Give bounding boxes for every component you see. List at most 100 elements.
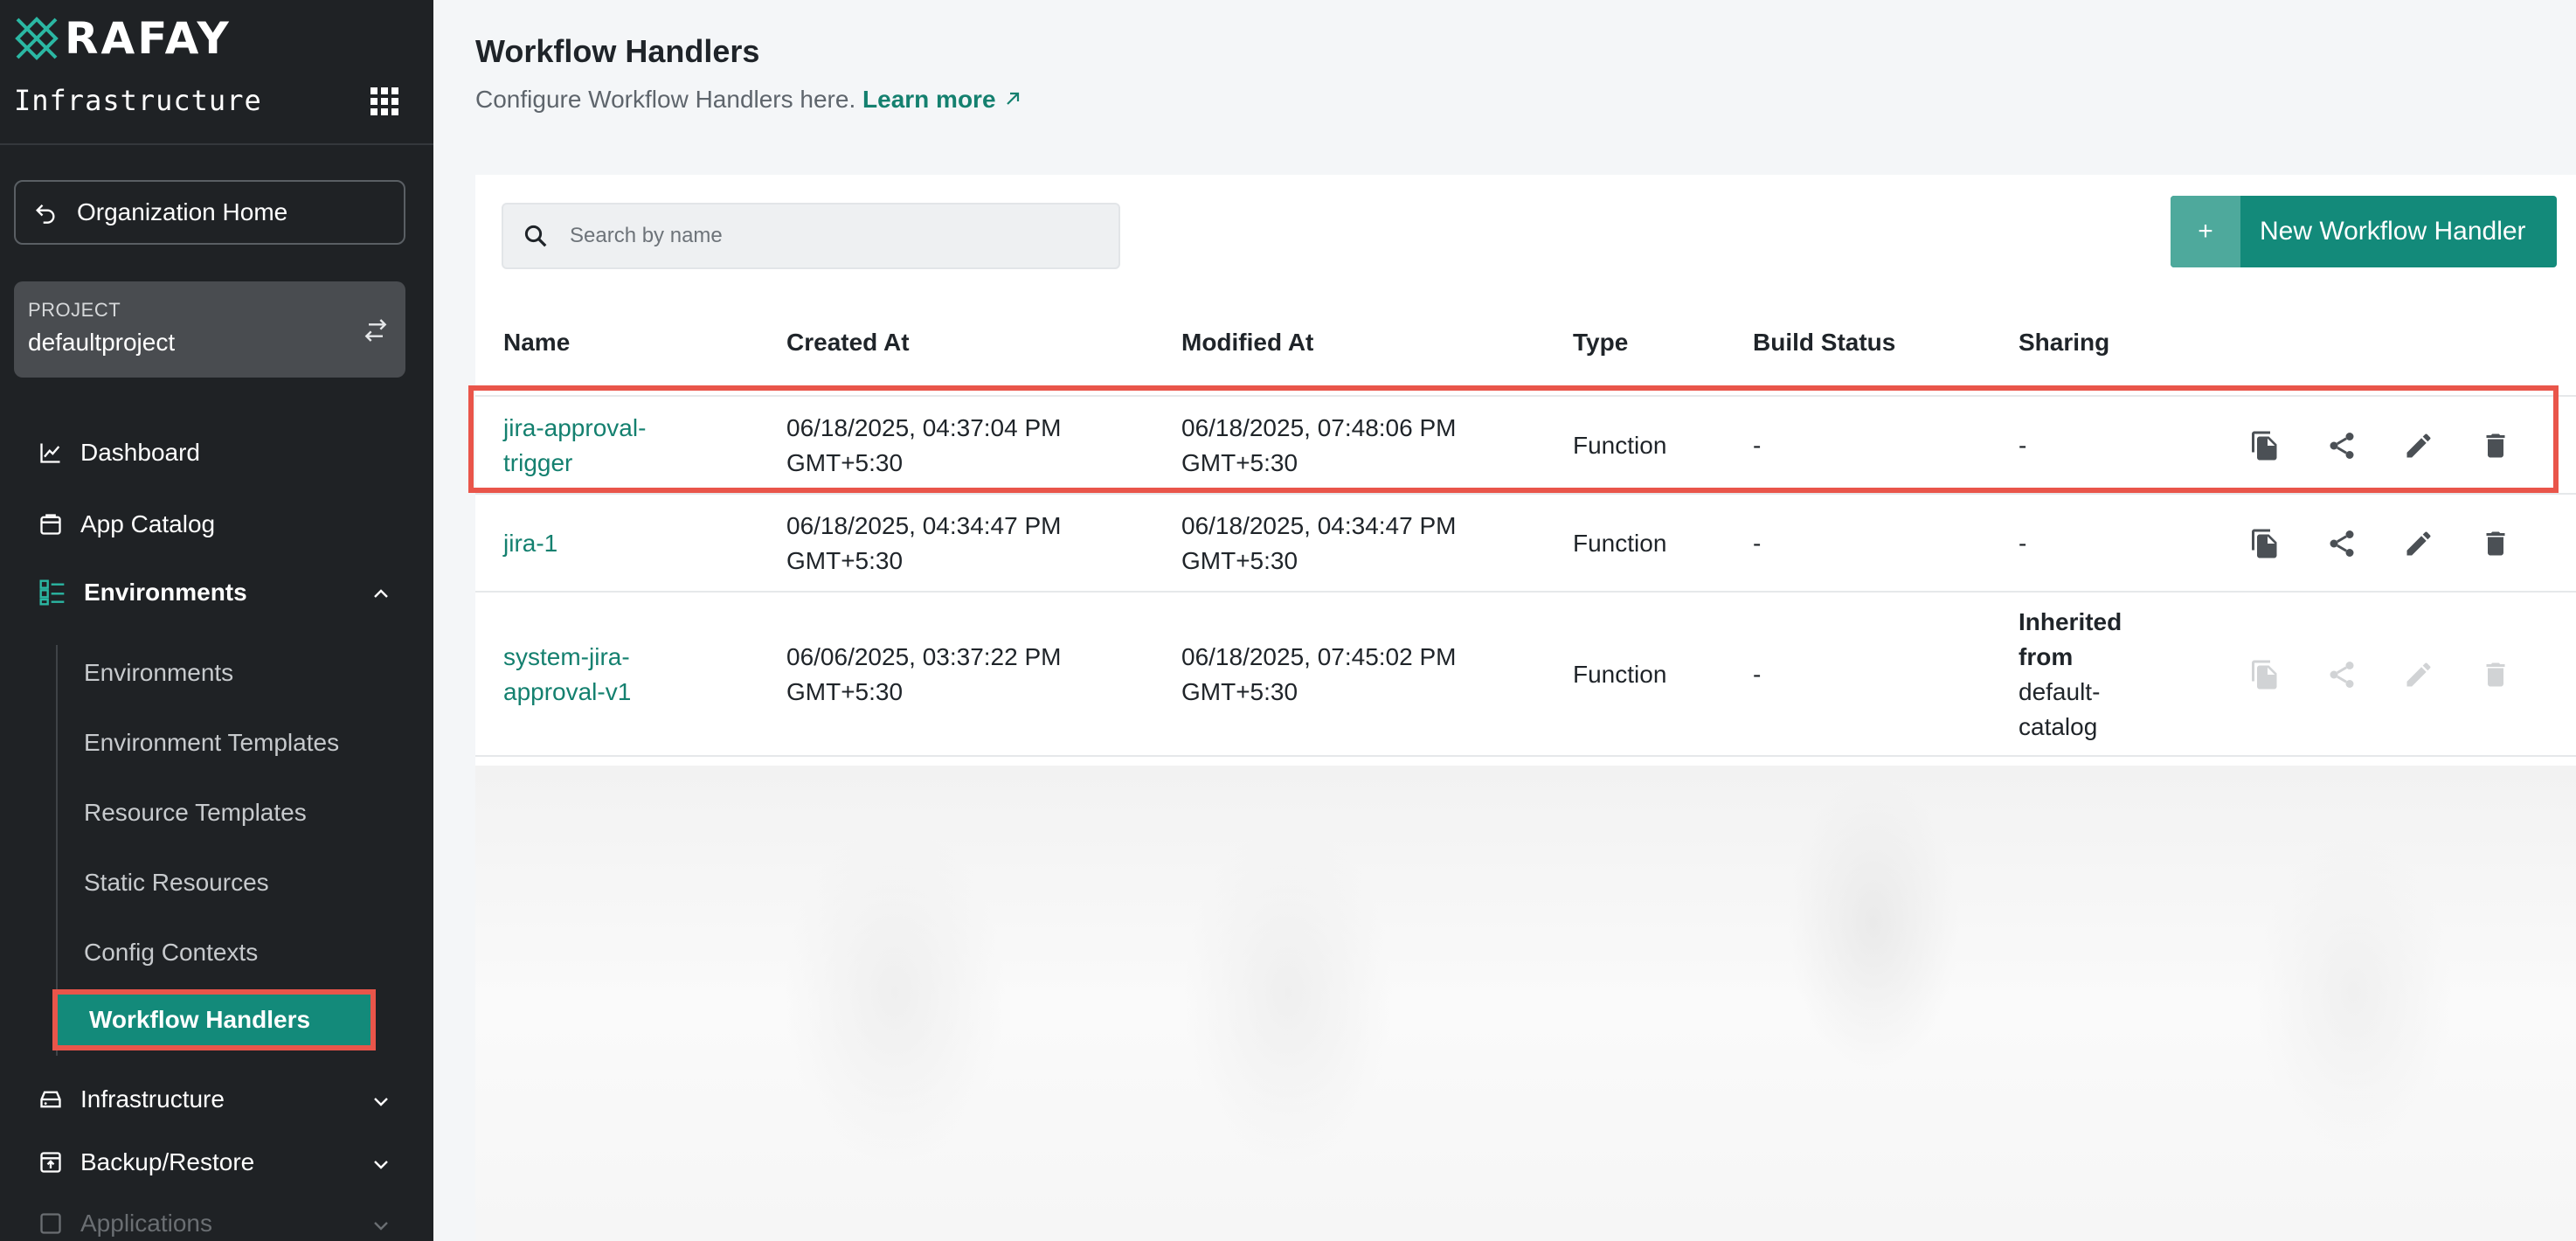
copy-icon [2247,657,2282,692]
environments-list-icon [39,579,65,606]
column-header-name[interactable]: Name [503,329,570,357]
learn-more-label: Learn more [862,86,996,113]
delete-icon[interactable] [2478,428,2513,463]
app-switcher-icon[interactable] [370,87,398,115]
created-at-cell: 06/18/2025, 04:34:47 PM GMT+5:30 [786,509,1061,579]
chart-line-icon [40,443,60,463]
sidebar-item-environments[interactable]: Environments [0,565,433,620]
search-icon [524,225,547,247]
modified-at-cell: 06/18/2025, 04:34:47 PM GMT+5:30 [1181,509,1456,579]
page-title: Workflow Handlers [475,33,760,69]
applications-icon [40,1213,61,1234]
chevron-down-icon [374,1098,388,1106]
handler-name-link[interactable]: jira-1 [503,526,557,561]
created-at-line: 06/18/2025, 04:37:04 PM [786,414,1062,441]
column-header-type[interactable]: Type [1573,329,1628,357]
chevron-up-icon [374,589,388,598]
modified-at-line: GMT+5:30 [1181,449,1298,476]
catalog-bag-icon [40,514,61,535]
column-header-build-status[interactable]: Build Status [1753,329,1895,357]
delete-icon [2478,657,2513,692]
main-content: Workflow Handlers Configure Workflow Han… [433,0,2576,1241]
edit-icon[interactable] [2401,428,2436,463]
new-workflow-handler-button[interactable]: + New Workflow Handler [2171,196,2557,267]
share-icon[interactable] [2324,428,2359,463]
sidebar: RAFAY Infrastructure Organization Home P… [0,0,433,1241]
sharing-cell: Inherited from default- catalog [2019,605,2122,745]
row-actions [2247,526,2513,561]
sidebar-subitem-static-resources[interactable]: Static Resources [84,855,269,911]
sharing-line: Inherited [2019,608,2122,635]
page-subtitle: Configure Workflow Handlers here. Learn … [475,86,1023,114]
type-cell: Function [1573,432,1667,459]
project-caption: PROJECT [28,299,121,321]
created-at-cell: 06/18/2025, 04:37:04 PM GMT+5:30 [786,411,1061,481]
learn-more-link[interactable]: Learn more [862,86,1023,113]
modified-at-line: 06/18/2025, 07:45:02 PM [1181,643,1457,670]
section-title: Infrastructure [14,84,262,117]
blurred-placeholder-area [475,766,2576,1241]
sidebar-item-infrastructure[interactable]: Infrastructure [0,1071,433,1127]
handler-name-link[interactable]: jira-approval- trigger [503,411,646,481]
type-cell: Function [1573,661,1667,688]
handler-name-line: jira-approval- [503,414,647,441]
created-at-line: GMT+5:30 [786,678,904,705]
modified-at-line: 06/18/2025, 07:48:06 PM [1181,414,1457,441]
type-cell: Function [1573,530,1667,557]
plus-icon: + [2171,196,2240,267]
handler-name-link[interactable]: system-jira- approval-v1 [503,640,631,710]
sidebar-subitem-workflow-handlers[interactable]: Workflow Handlers [52,989,376,1050]
table-row[interactable]: system-jira- approval-v1 06/06/2025, 03:… [475,594,2576,757]
edit-icon[interactable] [2401,526,2436,561]
handlers-card: + New Workflow Handler Name Created At M… [475,175,2576,1241]
sidebar-item-label: App Catalog [80,510,216,537]
row-actions [2247,428,2513,463]
column-header-modified-at[interactable]: Modified At [1181,329,1313,357]
sidebar-subitem-environment-templates[interactable]: Environment Templates [84,715,339,771]
created-at-line: GMT+5:30 [786,547,904,574]
delete-icon[interactable] [2478,526,2513,561]
page-subtitle-text: Configure Workflow Handlers here. [475,86,856,113]
share-icon[interactable] [2324,526,2359,561]
sharing-line: default- [2019,678,2101,705]
handler-name-line: trigger [503,449,573,476]
sidebar-item-label: Environments [84,579,247,606]
sharing-cell: - [2019,530,2027,557]
sidebar-item-applications[interactable]: Applications [0,1196,433,1241]
sidebar-divider [0,143,433,145]
sharing-line: catalog [2019,713,2098,740]
modified-at-line: GMT+5:30 [1181,678,1298,705]
organization-home-label: Organization Home [77,198,288,225]
search-box[interactable] [502,203,1120,269]
created-at-line: 06/18/2025, 04:34:47 PM [786,512,1062,539]
project-name: defaultproject [28,329,176,356]
copy-icon[interactable] [2247,526,2282,561]
build-status-cell: - [1753,661,1762,688]
column-header-sharing[interactable]: Sharing [2019,329,2109,357]
row-actions-disabled [2247,657,2513,692]
sidebar-item-dashboard[interactable]: Dashboard [0,425,433,481]
organization-home-button[interactable]: Organization Home [14,180,405,245]
created-at-cell: 06/06/2025, 03:37:22 PM GMT+5:30 [786,640,1061,710]
server-drive-icon [40,1091,61,1108]
sidebar-item-app-catalog[interactable]: App Catalog [0,496,433,552]
sidebar-item-label: Applications [80,1210,212,1237]
sidebar-item-backup-restore[interactable]: Backup/Restore [0,1134,433,1190]
sidebar-subitem-environments[interactable]: Environments [84,645,233,701]
sidebar-item-label: Dashboard [80,439,200,466]
sidebar-subitem-config-contexts[interactable]: Config Contexts [84,925,258,981]
project-selector[interactable]: PROJECT defaultproject [14,281,405,378]
rafay-logo-icon [15,17,59,60]
modified-at-cell: 06/18/2025, 07:45:02 PM GMT+5:30 [1181,640,1456,710]
table-row[interactable]: jira-1 06/18/2025, 04:34:47 PM GMT+5:30 … [475,496,2576,593]
search-input[interactable] [570,224,1094,248]
modified-at-line: GMT+5:30 [1181,547,1298,574]
handler-name-line: approval-v1 [503,678,632,705]
column-header-created-at[interactable]: Created At [786,329,910,357]
logo-text: RAFAY [65,13,232,64]
copy-icon[interactable] [2247,428,2282,463]
new-workflow-handler-label: New Workflow Handler [2260,217,2526,246]
rafay-logo[interactable]: RAFAY [14,14,232,63]
sidebar-subitem-resource-templates[interactable]: Resource Templates [84,785,307,841]
table-row[interactable]: jira-approval- trigger 06/18/2025, 04:37… [475,395,2576,495]
